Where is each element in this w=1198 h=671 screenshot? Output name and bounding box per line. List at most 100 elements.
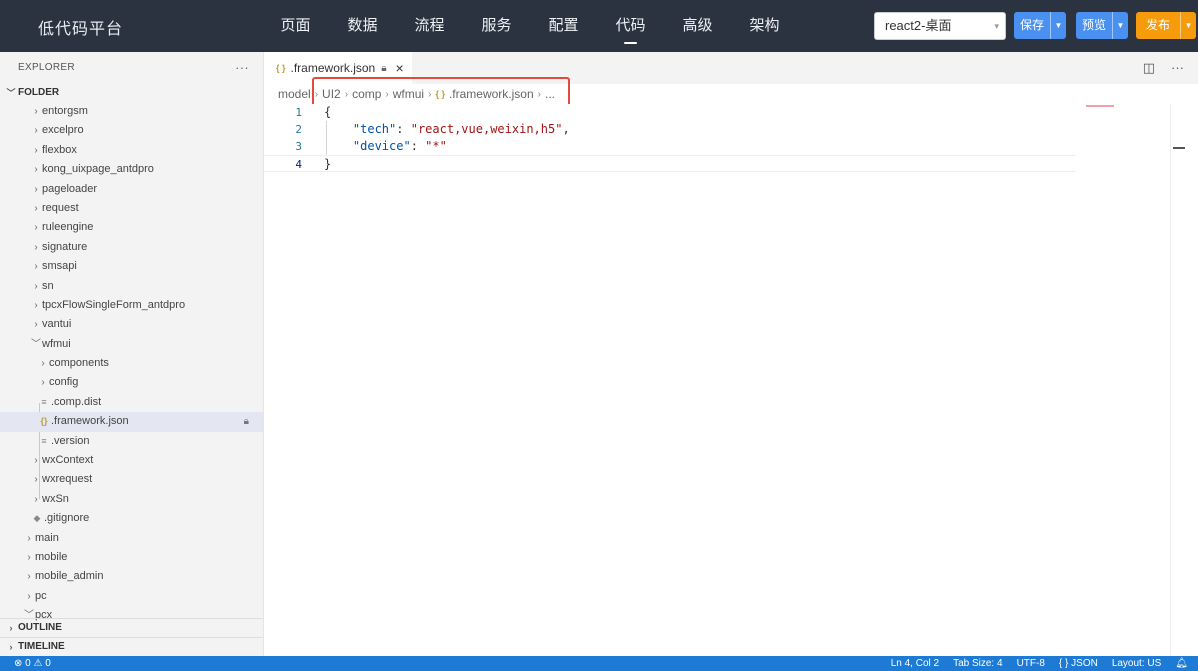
file-tree: › entorgsm › excelpro › flexbox › kong_uixpage_… <box>0 102 263 624</box>
tree-item[interactable]: › config <box>0 373 263 392</box>
timeline-section-header[interactable]: › TIMELINE <box>0 637 263 656</box>
chevron-right-icon: › <box>34 202 38 214</box>
line-number: 2 <box>295 123 302 136</box>
chevron-right-icon: › <box>9 642 13 652</box>
tree-item[interactable]: {} .framework.json 🔒︎ <box>0 412 263 432</box>
tree-item-label: kong_uixpage_antdpro <box>42 163 154 176</box>
timeline-section-label: TIMELINE <box>18 641 65 652</box>
encoding[interactable]: UTF-8 <box>1017 656 1045 671</box>
code-text: "tech": "react,vue,weixin,h5", <box>352 122 570 136</box>
code-line[interactable]: 1{ <box>264 104 1076 121</box>
editor-actions: ◫ ··· <box>1143 60 1184 76</box>
nav-item-5[interactable]: 代码 <box>597 0 664 52</box>
tree-item[interactable]: › tpcxFlowSingleForm_antdpro <box>0 296 263 315</box>
keyboard-layout[interactable]: Layout: US <box>1112 656 1161 671</box>
tree-item[interactable]: › vantui <box>0 315 263 334</box>
nav-item-0[interactable]: 页面 <box>262 0 329 52</box>
nav-item-6[interactable]: 高级 <box>664 0 731 52</box>
chevron-right-icon: › <box>41 358 45 370</box>
code-text: { <box>324 105 332 119</box>
language-mode[interactable]: { } JSON <box>1059 656 1098 671</box>
vertical-scrollbar[interactable] <box>1170 104 1185 656</box>
publish-button[interactable]: 发布 ▼ <box>1136 12 1196 39</box>
line-number: 4 <box>295 158 302 171</box>
close-icon[interactable]: × <box>396 60 404 76</box>
tree-item[interactable]: › excelpro <box>0 121 263 140</box>
save-dropdown-icon[interactable]: ▼ <box>1050 12 1066 39</box>
tree-item[interactable]: › entorgsm <box>0 102 263 121</box>
more-actions-icon[interactable]: ··· <box>235 52 249 84</box>
code-text: } <box>324 157 332 171</box>
code-editor[interactable]: 1{2 "tech": "react,vue,weixin,h5", 3 "dev… <box>264 104 1185 656</box>
tree-item[interactable]: › flexbox <box>0 141 263 160</box>
tree-item[interactable]: › ruleengine <box>0 218 263 237</box>
code-line[interactable]: 3 "device": "*" <box>264 138 1076 155</box>
chevron-down-icon: ﹀ <box>31 338 41 350</box>
tree-item[interactable]: › pageloader <box>0 180 263 199</box>
tree-item-label: .framework.json <box>51 415 129 428</box>
tab-size[interactable]: Tab Size: 4 <box>953 656 1002 671</box>
tree-item[interactable]: › wxrequest <box>0 470 263 489</box>
tree-item[interactable]: › wxSn <box>0 490 263 509</box>
tree-item-label: smsapi <box>42 260 77 273</box>
code-line[interactable]: 4} <box>264 155 1076 172</box>
bell-icon[interactable]: 🔔︎ <box>1175 656 1188 671</box>
tree-item-label: pageloader <box>42 182 98 195</box>
explorer-header: EXPLORER ··· <box>0 52 263 84</box>
tree-item-label: .version <box>51 434 90 447</box>
json-file-icon: { } <box>276 63 286 73</box>
tree-item[interactable]: › main <box>0 529 263 548</box>
more-actions-icon[interactable]: ··· <box>1171 60 1184 76</box>
tree-item[interactable]: ﹀wfmui <box>0 335 263 354</box>
nav-item-2[interactable]: 流程 <box>396 0 463 52</box>
chevron-right-icon: › <box>34 183 38 195</box>
chevron-right-icon: › <box>34 455 38 467</box>
nav-item-7[interactable]: 架构 <box>731 0 798 52</box>
chevron-down-icon: ▾ <box>994 21 999 31</box>
json-value: "react,vue,weixin,h5" <box>410 122 563 136</box>
nav-item-3[interactable]: 服务 <box>463 0 530 52</box>
save-button[interactable]: 保存 ▼ <box>1014 12 1066 39</box>
tree-item[interactable]: ≡ .comp.dist <box>0 393 263 412</box>
preview-button[interactable]: 预览 ▼ <box>1076 12 1128 39</box>
target-select[interactable]: react2-桌面 ▾ <box>874 12 1006 40</box>
chevron-right-icon: › <box>27 571 31 583</box>
chevron-right-icon: › <box>34 493 38 505</box>
json-punct: , <box>562 122 570 136</box>
chevron-right-icon: › <box>34 474 38 486</box>
problems-indicator[interactable]: ⊗ 0 ⚠ 0 <box>14 658 51 669</box>
folder-section-header[interactable]: ﹀ FOLDER <box>0 84 263 102</box>
status-bar: ⊗ 0 ⚠ 0 Ln 4, Col 2 Tab Size: 4 UTF-8 { … <box>0 656 1198 671</box>
tree-item[interactable]: › mobile_admin <box>0 567 263 586</box>
json-value: "*" <box>425 139 447 153</box>
tree-item[interactable]: › signature <box>0 238 263 257</box>
publish-dropdown-icon[interactable]: ▼ <box>1180 12 1196 39</box>
tree-item[interactable]: ≡ .version <box>0 432 263 451</box>
tree-item-label: wxSn <box>42 492 69 505</box>
tree-item[interactable]: › pc <box>0 587 263 606</box>
publish-button-label: 发布 <box>1146 18 1171 32</box>
tree-item[interactable]: › wxContext <box>0 451 263 470</box>
tree-item[interactable]: › mobile <box>0 548 263 567</box>
code-line[interactable]: 2 "tech": "react,vue,weixin,h5", <box>264 121 1076 138</box>
tree-item-label: main <box>35 531 59 544</box>
tree-item[interactable]: › components <box>0 354 263 373</box>
tree-item[interactable]: › smsapi <box>0 257 263 276</box>
tree-item[interactable]: › kong_uixpage_antdpro <box>0 160 263 179</box>
chevron-right-icon: › <box>9 623 13 633</box>
tree-item-label: entorgsm <box>42 105 88 117</box>
cursor-position[interactable]: Ln 4, Col 2 <box>891 656 939 671</box>
outline-section-header[interactable]: › OUTLINE <box>0 618 263 637</box>
tree-item[interactable]: ◆ .gitignore <box>0 509 263 528</box>
tree-item-label: mobile <box>35 550 68 563</box>
tree-item[interactable]: › request <box>0 199 263 218</box>
breadcrumb-item[interactable]: model <box>278 87 311 101</box>
nav-item-1[interactable]: 数据 <box>329 0 396 52</box>
tree-item-label: request <box>42 201 79 214</box>
explorer-sidebar: EXPLORER ··· ﹀ FOLDER › entorgsm › excelpro… <box>0 52 264 657</box>
tree-item[interactable]: › sn <box>0 277 263 296</box>
nav-item-4[interactable]: 配置 <box>530 0 597 52</box>
json-file-icon: {} <box>40 416 48 427</box>
preview-dropdown-icon[interactable]: ▼ <box>1112 12 1128 39</box>
split-editor-icon[interactable]: ◫ <box>1143 60 1155 76</box>
